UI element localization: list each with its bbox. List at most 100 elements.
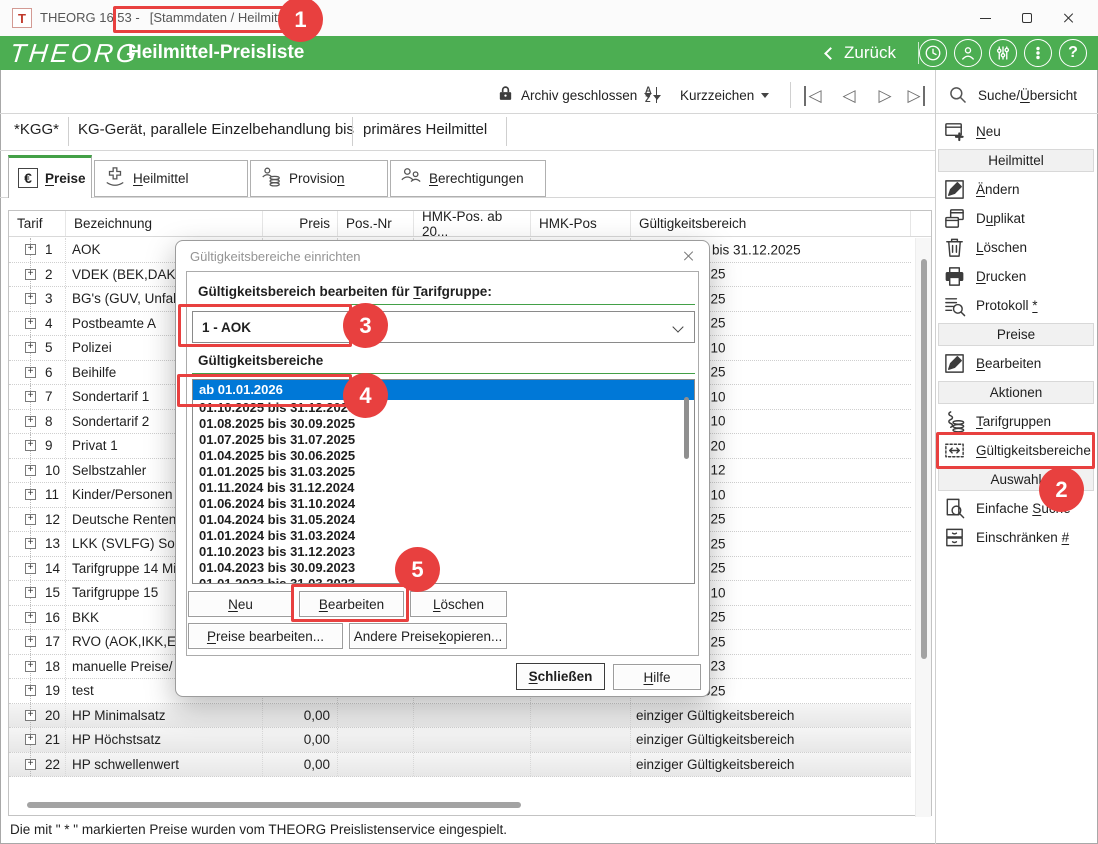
sidebar-item-bearbeiten[interactable]: Bearbeiten: [936, 349, 1096, 378]
expand-icon[interactable]: [25, 661, 36, 672]
sidebar-item-protokoll[interactable]: Protokoll *: [936, 291, 1096, 320]
filter-category[interactable]: primäres Heilmittel: [363, 121, 487, 138]
validity-list-item[interactable]: 01.01.2025 bis 31.03.2025: [193, 464, 694, 480]
last-record-button[interactable]: ▷: [903, 84, 929, 108]
expand-icon[interactable]: [25, 514, 36, 525]
more-options-button[interactable]: [1024, 39, 1052, 67]
sidebar-item-aendern[interactable]: Ändern: [936, 175, 1096, 204]
expand-icon[interactable]: [25, 293, 36, 304]
next-record-button[interactable]: ▷: [872, 84, 898, 108]
expand-icon[interactable]: [25, 587, 36, 598]
expand-icon[interactable]: [25, 391, 36, 402]
table-row[interactable]: 22 HP schwellenwert 0,00 einziger Gültig…: [9, 753, 911, 778]
validity-list-item[interactable]: 01.01.2023 bis 31.03.2023: [193, 576, 694, 584]
close-button[interactable]: [1048, 0, 1090, 36]
expand-icon[interactable]: [25, 612, 36, 623]
dialog-hilfe-button[interactable]: Hilfe: [613, 664, 701, 690]
minimize-button[interactable]: [964, 0, 1006, 36]
validity-list-item[interactable]: 01.04.2023 bis 30.09.2023: [193, 560, 694, 576]
validity-list-item[interactable]: 01.04.2024 bis 31.05.2024: [193, 512, 694, 528]
kurzzeichen-dropdown[interactable]: Kurzzeichen: [680, 83, 769, 107]
column-header-bezeichnung[interactable]: Bezeichnung: [66, 211, 263, 236]
expand-icon[interactable]: [25, 636, 36, 647]
column-header-tarif[interactable]: Tarif: [9, 211, 66, 236]
validity-list-item[interactable]: 01.04.2025 bis 30.06.2025: [193, 448, 694, 464]
column-header-hmk-ab[interactable]: HMK-Pos. ab 20...: [414, 211, 531, 236]
divider: [506, 117, 507, 146]
row-tarif: 22: [39, 757, 65, 772]
history-button[interactable]: [919, 39, 947, 67]
column-header-posnr[interactable]: Pos.-Nr: [338, 211, 414, 236]
maximize-button[interactable]: [1006, 0, 1048, 36]
dialog-neu-button[interactable]: Neu: [188, 591, 293, 617]
vertical-scrollbar[interactable]: [915, 238, 931, 817]
dialog-andere-preise-kopieren-button[interactable]: Andere Preise kopieren...: [349, 623, 507, 649]
validity-listbox[interactable]: ab 01.01.202601.10.2025 bis 31.12.202501…: [192, 379, 695, 584]
expand-icon[interactable]: [25, 416, 36, 427]
tab-label: Berechtigungen: [429, 171, 524, 186]
expand-icon[interactable]: [25, 244, 36, 255]
scrollbar-thumb[interactable]: [921, 259, 927, 659]
expand-icon[interactable]: [25, 318, 36, 329]
tab-provision[interactable]: Provision: [250, 160, 388, 197]
user-button[interactable]: [954, 39, 982, 67]
expand-icon[interactable]: [25, 685, 36, 696]
dialog-schliessen-button[interactable]: Schließen: [516, 663, 605, 690]
divider: [68, 117, 69, 146]
tab-preise[interactable]: Preise: [8, 155, 92, 198]
dialog-preise-bearbeiten-button[interactable]: Preise bearbeiten...: [188, 623, 343, 649]
row-posnr: [338, 753, 414, 777]
validity-list-item[interactable]: 01.01.2024 bis 31.03.2024: [193, 528, 694, 544]
previous-record-button[interactable]: ◁: [836, 84, 862, 108]
annotation-circle-5: 5: [395, 547, 440, 592]
duplicate-icon: [941, 205, 968, 232]
dialog-close-button[interactable]: [683, 250, 695, 262]
sidebar-item-suche-uebersicht[interactable]: Suche/Übersicht: [948, 85, 1077, 105]
tarifgruppe-label: Gültigkeitsbereich bearbeiten für Tarifg…: [198, 284, 492, 299]
filter-code[interactable]: *KGG*: [14, 121, 59, 138]
validity-list-item[interactable]: 01.06.2024 bis 31.10.2024: [193, 496, 694, 512]
expand-icon[interactable]: [25, 563, 36, 574]
sidebar-item-loeschen[interactable]: Löschen: [936, 233, 1096, 262]
listbox-scrollbar[interactable]: [684, 397, 689, 459]
column-header-gueltigkeitsbereich[interactable]: Gültigkeitsbereich: [631, 211, 911, 236]
sidebar-item-neu[interactable]: Neu: [936, 117, 1096, 146]
expand-icon[interactable]: [25, 269, 36, 280]
validity-list-item[interactable]: 01.07.2025 bis 31.07.2025: [193, 432, 694, 448]
help-button[interactable]: [1059, 39, 1087, 67]
table-row[interactable]: 20 HP Minimalsatz 0,00 einziger Gültigke…: [9, 704, 911, 729]
sidebar-item-drucken[interactable]: Drucken: [936, 262, 1096, 291]
first-record-button[interactable]: ◁: [800, 84, 826, 108]
gueltigkeitsbereiche-label: Gültigkeitsbereiche: [198, 353, 323, 368]
expand-icon[interactable]: [25, 465, 36, 476]
validity-list-item[interactable]: 01.11.2024 bis 31.12.2024: [193, 480, 694, 496]
filter-description[interactable]: KG-Gerät, parallele Einzelbehandlung bis: [78, 121, 354, 138]
horizontal-scrollbar[interactable]: [27, 802, 521, 808]
dialog-loeschen-button[interactable]: Löschen: [410, 591, 507, 617]
expand-icon[interactable]: [25, 342, 36, 353]
row-tarif: 20: [39, 708, 65, 723]
expand-icon[interactable]: [25, 489, 36, 500]
expand-icon[interactable]: [25, 710, 36, 721]
tab-heilmittel[interactable]: Heilmittel: [94, 160, 248, 197]
column-header-hmk[interactable]: HMK-Pos: [531, 211, 631, 236]
sidebar-item-einschraenken[interactable]: Einschränken #: [936, 523, 1096, 552]
archiv-dropdown[interactable]: Archiv geschlossen: [497, 83, 652, 107]
row-tarif: 1: [39, 242, 65, 257]
expand-icon[interactable]: [25, 759, 36, 770]
sidebar-item-label: Protokoll *: [976, 298, 1038, 313]
row-tarif: 2: [39, 267, 65, 282]
annotation-box-5: [291, 584, 409, 622]
sidebar-item-duplikat[interactable]: Duplikat: [936, 204, 1096, 233]
expand-icon[interactable]: [25, 440, 36, 451]
column-header-preis[interactable]: Preis: [263, 211, 338, 236]
expand-icon[interactable]: [25, 367, 36, 378]
expand-icon[interactable]: [25, 734, 36, 745]
validity-list-item[interactable]: 01.08.2025 bis 30.09.2025: [193, 416, 694, 432]
table-row[interactable]: 21 HP Höchstsatz 0,00 einziger Gültigkei…: [9, 728, 911, 753]
tab-berechtigungen[interactable]: Berechtigungen: [390, 160, 546, 197]
back-button[interactable]: Zurück: [826, 40, 896, 66]
validity-list-item[interactable]: 01.10.2023 bis 31.12.2023: [193, 544, 694, 560]
settings-sliders-button[interactable]: [989, 39, 1017, 67]
expand-icon[interactable]: [25, 538, 36, 549]
